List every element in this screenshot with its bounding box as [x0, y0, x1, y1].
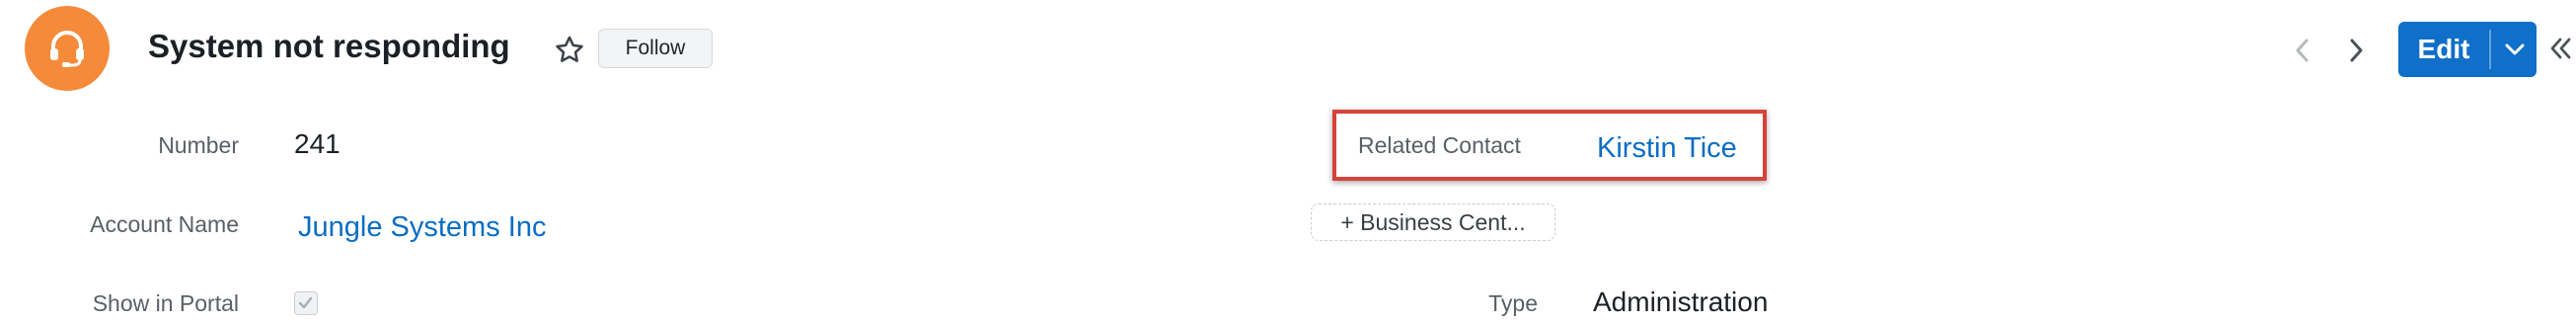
edit-button[interactable]: Edit — [2398, 22, 2489, 77]
headset-icon — [50, 31, 84, 67]
star-icon[interactable] — [553, 34, 586, 67]
page-title: System not responding — [148, 28, 510, 64]
type-value: Administration — [1593, 286, 1769, 317]
number-value: 241 — [294, 128, 341, 159]
edit-dropdown-toggle[interactable] — [2493, 22, 2537, 77]
collapse-panel-icon[interactable] — [2548, 32, 2572, 65]
show-in-portal-checkbox[interactable] — [294, 291, 318, 315]
account-name-link[interactable]: Jungle Systems Inc — [298, 211, 546, 244]
previous-record-icon[interactable] — [2290, 34, 2315, 67]
follow-button[interactable]: Follow — [598, 29, 713, 68]
show-in-portal-label: Show in Portal — [92, 290, 239, 316]
edit-button-group[interactable]: Edit — [2398, 22, 2537, 77]
related-contact-link[interactable]: Kirstin Tice — [1597, 132, 1737, 165]
chevron-down-icon — [2505, 43, 2525, 55]
add-business-center-button[interactable]: + Business Cent... — [1311, 203, 1555, 241]
number-label: Number — [158, 132, 239, 158]
related-contact-label: Related Contact — [1358, 132, 1521, 158]
type-label: Type — [1488, 290, 1538, 316]
edit-divider — [2489, 30, 2491, 69]
case-avatar — [25, 6, 110, 91]
account-name-label: Account Name — [90, 211, 239, 237]
next-record-icon[interactable] — [2343, 34, 2369, 67]
check-icon — [298, 296, 313, 309]
